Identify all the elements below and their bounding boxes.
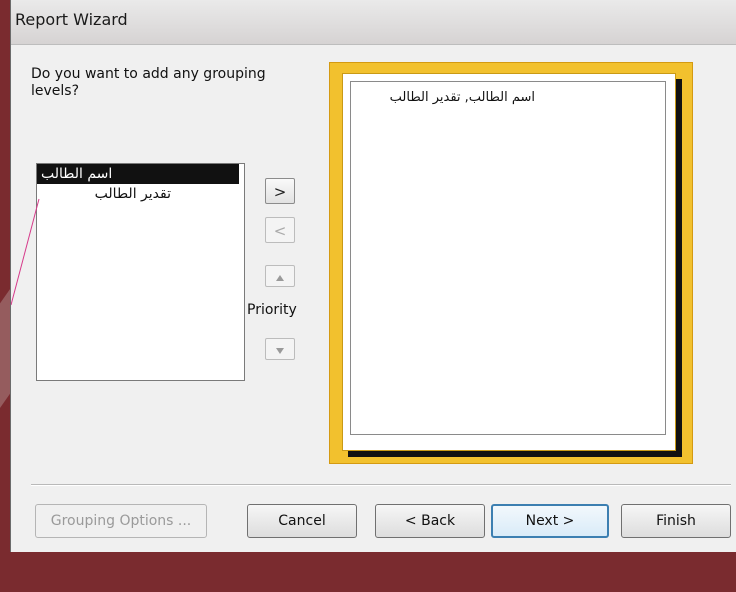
finish-button[interactable]: Finish [621,504,731,538]
remove-grouping-button[interactable]: < [265,217,295,243]
list-item[interactable]: اسم الطالب [37,164,239,184]
priority-down-button[interactable] [265,338,295,360]
report-wizard-window: Report Wizard Do you want to add any gro… [10,0,736,552]
preview-grouping-text: اسم الطالب, تقدير الطالب [389,90,535,105]
report-preview-page: اسم الطالب, تقدير الطالب [350,81,666,435]
priority-up-button[interactable] [265,265,295,287]
grouping-options-button[interactable]: Grouping Options ... [35,504,207,538]
grouping-question: Do you want to add any grouping levels? [31,66,266,99]
next-button[interactable]: Next > [491,504,609,538]
title-bar[interactable]: Report Wizard [11,0,736,45]
back-button[interactable]: < Back [375,504,485,538]
window-title: Report Wizard [15,10,128,29]
list-item-label: اسم الطالب [41,166,113,182]
list-item-label: تقدير الطالب [94,186,171,202]
annotation-line [11,198,40,306]
cancel-button[interactable]: Cancel [247,504,357,538]
footer-separator [31,484,731,486]
add-grouping-button[interactable]: > [265,178,295,204]
report-preview-frame: اسم الطالب, تقدير الطالب [329,62,693,464]
down-arrow-icon [276,347,284,354]
priority-label: Priority [247,302,297,318]
up-arrow-icon [276,274,284,281]
